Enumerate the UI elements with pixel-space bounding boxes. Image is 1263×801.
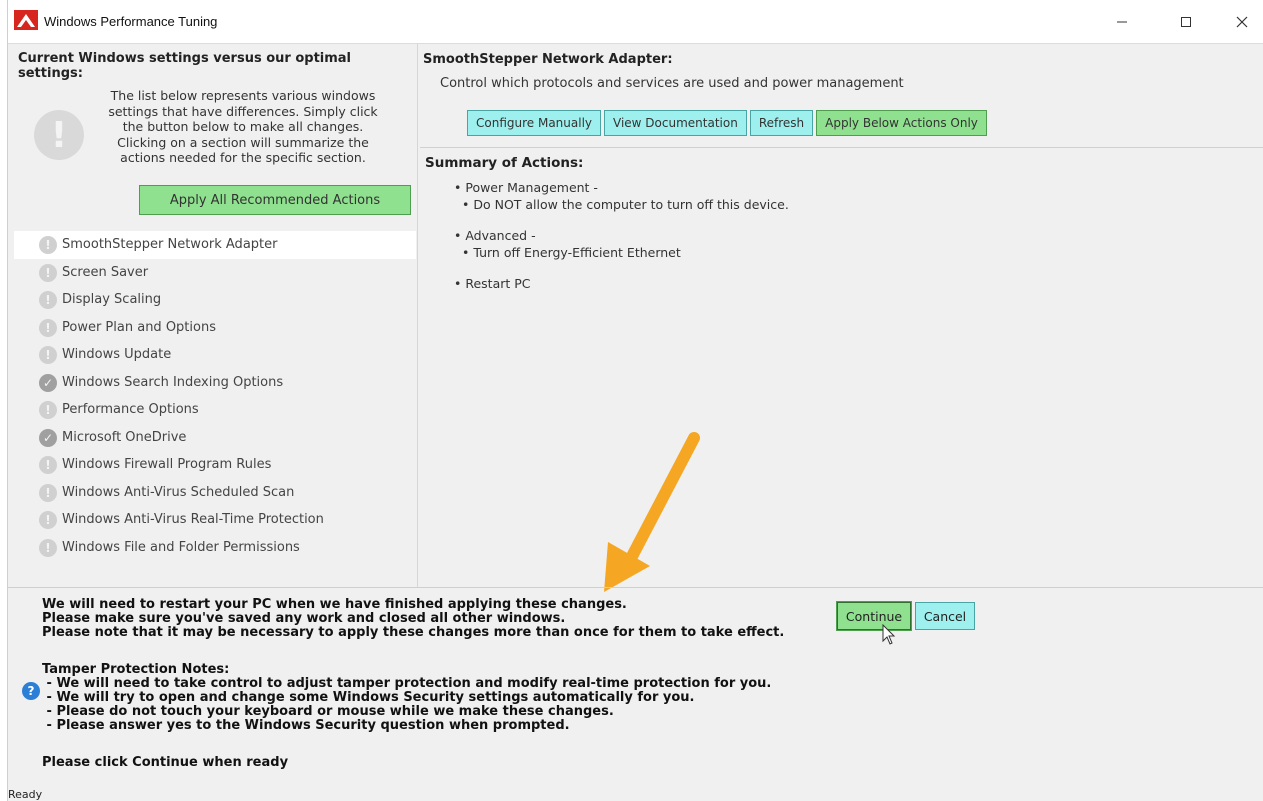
tamper-title: Tamper Protection Notes: xyxy=(42,661,230,677)
exclamation-icon: ! xyxy=(39,291,57,309)
exclamation-icon: ! xyxy=(39,511,57,529)
tamper-note-line: - We will need to take control to adjust… xyxy=(42,675,772,691)
left-description: The list below represents various window… xyxy=(108,88,378,166)
section-label: Windows Anti-Virus Real-Time Protection xyxy=(62,512,324,528)
left-panel: Current Windows settings versus our opti… xyxy=(12,44,418,587)
exclamation-icon: ! xyxy=(39,483,57,502)
window-title: Windows Performance Tuning xyxy=(44,14,218,29)
minimize-icon xyxy=(1117,21,1127,23)
help-icon[interactable]: ? xyxy=(22,682,40,700)
divider xyxy=(8,587,1263,588)
section-label: Power Plan and Options xyxy=(62,319,216,335)
section-list: ! SmoothStepper Network Adapter ! Screen… xyxy=(14,231,416,561)
section-label: Display Scaling xyxy=(62,292,162,308)
exclamation-icon: ! xyxy=(39,456,57,474)
exclamation-icon: ! xyxy=(34,110,84,160)
restart-note-line: Please make sure you've saved any work a… xyxy=(42,611,566,627)
section-item[interactable]: ✓ Windows Search Indexing Options xyxy=(14,369,416,397)
app-logo-icon xyxy=(14,10,38,30)
status-bar: Ready xyxy=(8,788,43,801)
exclamation-icon: ! xyxy=(39,346,57,364)
maximize-icon xyxy=(1181,17,1191,27)
restart-note-line: We will need to restart your PC when we … xyxy=(42,597,627,612)
cancel-button[interactable]: Cancel xyxy=(915,602,975,630)
click-continue-note: Please click Continue when ready xyxy=(42,754,289,770)
exclamation-icon: ! xyxy=(39,318,57,337)
section-label: Windows Anti-Virus Scheduled Scan xyxy=(62,484,295,500)
left-heading: Current Windows settings versus our opti… xyxy=(18,51,352,81)
arrow-annotation-icon xyxy=(604,432,700,592)
section-label: Windows Firewall Program Rules xyxy=(62,457,272,473)
summary-line: • Power Management - xyxy=(454,180,598,195)
section-item[interactable]: ! SmoothStepper Network Adapter xyxy=(14,231,416,259)
restart-notes: We will need to restart your PC when we … xyxy=(42,597,785,770)
exclamation-icon: ! xyxy=(39,401,57,419)
checkmark-icon: ✓ xyxy=(39,373,57,392)
summary-line: • Turn off Energy-Efficient Ethernet xyxy=(462,245,681,260)
adapter-subtitle: Control which protocols and services are… xyxy=(440,76,904,91)
section-item[interactable]: ! Windows Anti-Virus Scheduled Scan xyxy=(14,479,416,507)
summary-title: Summary of Actions: xyxy=(425,155,584,171)
section-item[interactable]: ✓ Microsoft OneDrive xyxy=(14,424,416,452)
summary-line: • Advanced - xyxy=(454,228,536,243)
section-item[interactable]: ! Windows Anti-Virus Real-Time Protectio… xyxy=(14,506,416,534)
summary-line: • Restart PC xyxy=(454,276,531,291)
restart-note-line: Please note that it may be necessary to … xyxy=(42,625,785,641)
title-bar: Windows Performance Tuning xyxy=(8,0,1263,44)
apply-below-actions-button[interactable]: Apply Below Actions Only xyxy=(816,110,987,136)
section-item[interactable]: ! Windows Firewall Program Rules xyxy=(14,451,416,479)
adapter-panel: SmoothStepper Network Adapter: Control w… xyxy=(420,44,1263,148)
section-label: Screen Saver xyxy=(62,264,149,280)
section-label: Windows File and Folder Permissions xyxy=(62,539,300,555)
close-icon xyxy=(1236,16,1248,28)
section-item[interactable]: ! Display Scaling xyxy=(14,286,416,314)
checkmark-icon: ✓ xyxy=(39,428,57,447)
section-item[interactable]: ! Power Plan and Options xyxy=(14,314,416,342)
section-item[interactable]: ! Performance Options xyxy=(14,396,416,424)
section-item[interactable]: ! Windows Update xyxy=(14,341,416,369)
app-window: Windows Performance Tuning Current Windo… xyxy=(7,0,1263,801)
minimize-button[interactable] xyxy=(1104,8,1140,36)
section-label: SmoothStepper Network Adapter xyxy=(62,237,278,253)
continue-button[interactable]: Continue xyxy=(836,601,912,631)
tamper-note-line: - Please do not touch your keyboard or m… xyxy=(42,704,614,720)
refresh-button[interactable]: Refresh xyxy=(749,110,814,136)
close-button[interactable] xyxy=(1224,8,1260,36)
section-label: Windows Search Indexing Options xyxy=(62,374,284,390)
summary-line: • Do NOT allow the computer to turn off … xyxy=(462,197,789,212)
exclamation-icon: ! xyxy=(39,236,57,254)
summary-list: • Power Management - • Do NOT allow the … xyxy=(454,179,789,292)
apply-all-recommended-button[interactable]: Apply All Recommended Actions xyxy=(139,185,411,215)
adapter-button-row: Configure Manually View Documentation Re… xyxy=(467,110,987,136)
adapter-title: SmoothStepper Network Adapter: xyxy=(423,52,673,67)
exclamation-icon: ! xyxy=(39,538,57,557)
configure-manually-button[interactable]: Configure Manually xyxy=(467,110,602,136)
tamper-note-line: - We will try to open and change some Wi… xyxy=(42,690,695,706)
tamper-note-line: - Please answer yes to the Windows Secur… xyxy=(42,718,570,734)
maximize-button[interactable] xyxy=(1168,8,1204,36)
view-documentation-button[interactable]: View Documentation xyxy=(604,110,747,136)
section-label: Windows Update xyxy=(62,347,172,363)
section-label: Microsoft OneDrive xyxy=(62,429,187,445)
section-item[interactable]: ! Screen Saver xyxy=(14,259,416,287)
section-label: Performance Options xyxy=(62,402,199,418)
mouse-cursor-icon xyxy=(882,624,896,645)
exclamation-icon: ! xyxy=(39,263,57,282)
section-item[interactable]: ! Windows File and Folder Permissions xyxy=(14,534,416,562)
